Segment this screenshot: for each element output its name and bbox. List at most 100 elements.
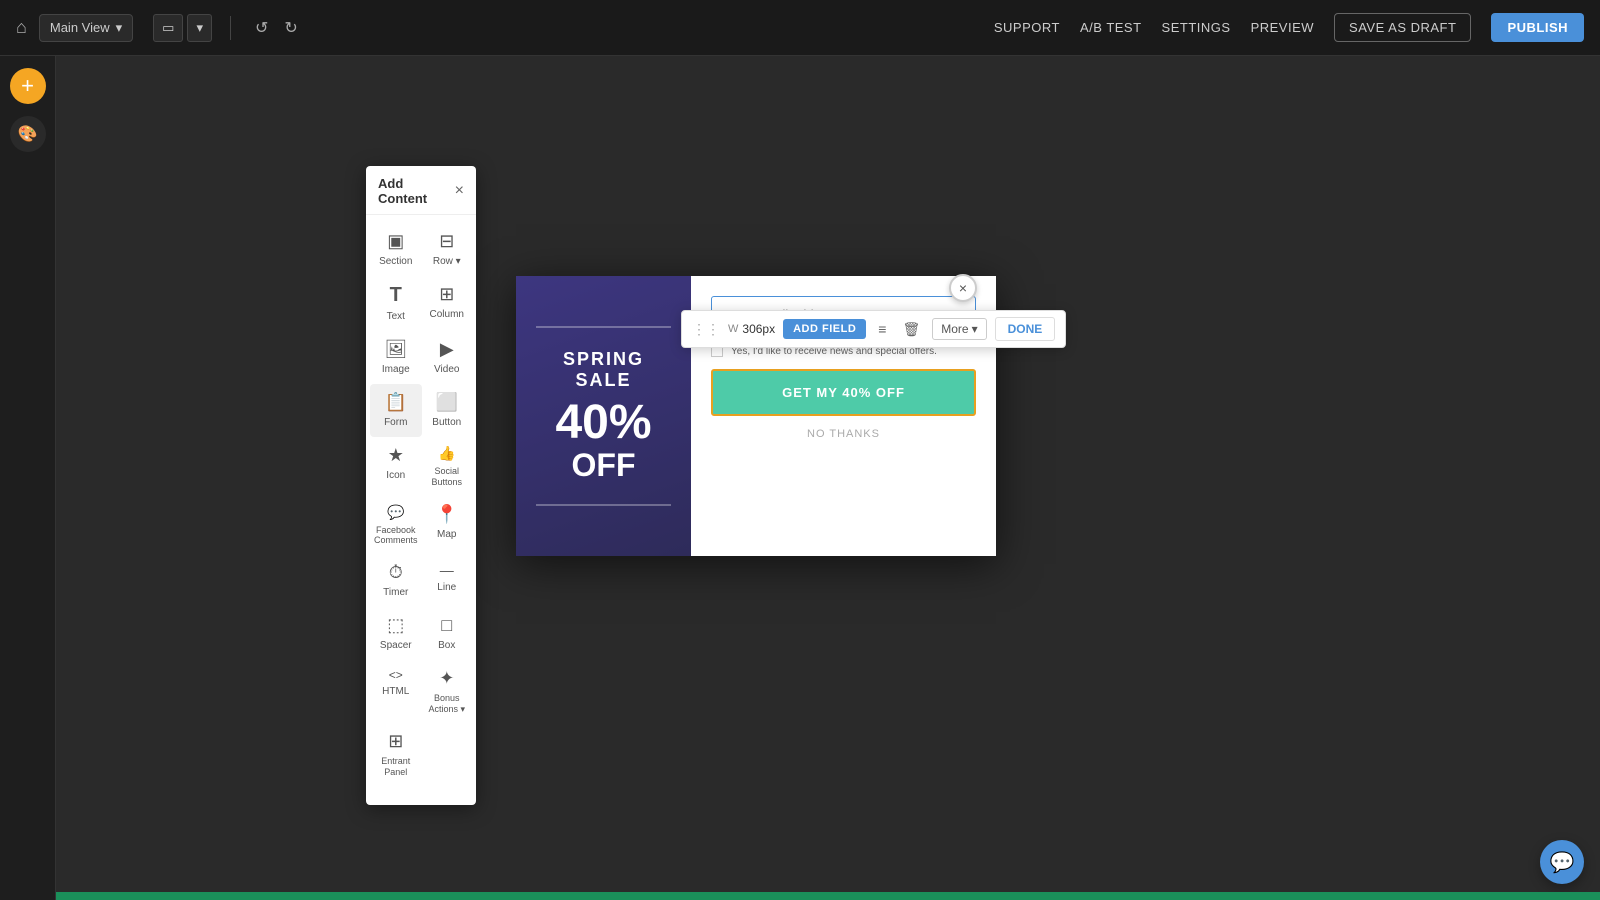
row-icon: ⊟ <box>439 231 454 252</box>
box-icon: □ <box>441 615 452 636</box>
panel-item-entrant[interactable]: ⊞ Entrant Panel <box>370 723 422 786</box>
entrant-icon: ⊞ <box>388 731 403 752</box>
popup-left-panel: SPRING SALE 40% OFF <box>516 276 691 556</box>
top-nav-left: ⌂ Main View ▾ ▭ ▾ ↺ ↻ <box>16 14 304 42</box>
icon-label: Icon <box>386 470 405 482</box>
view-selector[interactable]: Main View ▾ <box>39 14 133 42</box>
sidebar-palette-button[interactable]: 🎨 <box>10 116 46 152</box>
undo-btn[interactable]: ↺ <box>249 14 274 42</box>
map-icon: 📍 <box>436 504 458 525</box>
facebook-label: Facebook Comments <box>374 525 418 547</box>
width-label: W <box>728 323 738 335</box>
panel-close-button[interactable]: × <box>455 183 464 199</box>
preview-link[interactable]: PREVIEW <box>1251 20 1314 35</box>
panel-item-social[interactable]: 👍 Social Buttons <box>422 437 472 496</box>
more-arrow-icon: ▾ <box>972 322 978 336</box>
main-area: + 🎨 Add Content × ▣ Section ⊟ Row ▾ <box>0 56 1600 900</box>
icon-icon: ★ <box>388 445 404 466</box>
device-controls: ▭ ▾ <box>153 14 212 42</box>
cta-button[interactable]: GET MY 40% OFF <box>711 369 976 416</box>
settings-link[interactable]: SETTINGS <box>1162 20 1231 35</box>
bottom-bar <box>56 892 1600 900</box>
video-icon: ▶ <box>440 339 454 360</box>
chat-icon: 💬 <box>1550 850 1575 875</box>
panel-item-spacer[interactable]: ⬚ Spacer <box>370 607 422 660</box>
panel-item-line[interactable]: — Line <box>422 554 472 607</box>
redo-btn[interactable]: ↻ <box>278 14 303 42</box>
more-dropdown[interactable]: More ▾ <box>932 318 986 340</box>
form-toolbar: ⋮⋮ W 306px ADD FIELD ≡ 🗑 More ▾ DONE <box>681 310 1066 348</box>
section-icon: ▣ <box>387 231 404 252</box>
top-nav-right: SUPPORT A/B TEST SETTINGS PREVIEW SAVE A… <box>994 13 1584 42</box>
add-field-button[interactable]: ADD FIELD <box>783 319 866 339</box>
device-dropdown-btn[interactable]: ▾ <box>187 14 212 42</box>
text-icon: T <box>390 284 402 307</box>
no-thanks-link[interactable]: NO THANKS <box>711 428 976 440</box>
home-icon[interactable]: ⌂ <box>16 17 27 38</box>
image-label: Image <box>382 364 410 376</box>
panel-item-map[interactable]: 📍 Map <box>422 496 472 555</box>
ab-test-link[interactable]: A/B TEST <box>1080 20 1142 35</box>
panel-header: Add Content × <box>366 166 476 215</box>
panel-item-facebook[interactable]: 💬 Facebook Comments <box>370 496 422 555</box>
add-content-panel: Add Content × ▣ Section ⊟ Row ▾ T Text ⊞ <box>366 166 476 805</box>
spacer-icon: ⬚ <box>387 615 404 636</box>
close-x-icon: × <box>959 280 967 296</box>
column-label: Column <box>430 309 464 321</box>
social-label: Social Buttons <box>426 466 468 488</box>
panel-item-section[interactable]: ▣ Section <box>370 223 422 276</box>
delete-icon-btn[interactable]: 🗑 <box>898 319 924 340</box>
line-icon: — <box>440 562 454 578</box>
more-label: More <box>941 322 968 336</box>
save-draft-button[interactable]: SAVE AS DRAFT <box>1334 13 1471 42</box>
top-nav: ⌂ Main View ▾ ▭ ▾ ↺ ↻ SUPPORT A/B TEST S… <box>0 0 1600 56</box>
chat-widget[interactable]: 💬 <box>1540 840 1584 884</box>
timer-label: Timer <box>383 587 408 599</box>
panel-item-bonus[interactable]: ✦ Bonus Actions ▾ <box>422 660 472 723</box>
map-label: Map <box>437 529 456 541</box>
left-sidebar: + 🎨 <box>0 56 56 900</box>
panel-item-button[interactable]: ⬜ Button <box>422 384 472 437</box>
section-label: Section <box>379 256 412 268</box>
discount-text: 40% <box>555 399 651 447</box>
panel-item-icon[interactable]: ★ Icon <box>370 437 422 496</box>
spacer-label: Spacer <box>380 640 412 652</box>
undo-redo-group: ↺ ↻ <box>249 14 304 42</box>
view-selector-label: Main View <box>50 20 110 35</box>
list-icon-btn[interactable]: ≡ <box>874 319 890 339</box>
bonus-label: Bonus Actions ▾ <box>426 693 468 715</box>
sidebar-add-button[interactable]: + <box>10 68 46 104</box>
box-label: Box <box>438 640 455 652</box>
nav-divider <box>230 16 231 40</box>
publish-button[interactable]: PUBLISH <box>1491 13 1584 42</box>
text-label: Text <box>387 311 405 323</box>
panel-item-box[interactable]: □ Box <box>422 607 472 660</box>
width-control: W 306px <box>728 322 775 336</box>
panel-title: Add Content <box>378 176 455 206</box>
drag-handle[interactable]: ⋮⋮ <box>692 321 720 338</box>
html-label: HTML <box>382 686 409 698</box>
canvas: Add Content × ▣ Section ⊟ Row ▾ T Text ⊞ <box>56 56 1600 900</box>
add-icon: + <box>21 73 34 99</box>
panel-item-timer[interactable]: ⏱ Timer <box>370 554 422 607</box>
facebook-icon: 💬 <box>387 504 404 521</box>
popup-close-button[interactable]: × <box>949 274 977 302</box>
entrant-label: Entrant Panel <box>374 756 418 778</box>
panel-item-image[interactable]: 🖼 Image <box>370 331 422 384</box>
view-selector-arrow: ▾ <box>116 20 123 36</box>
panel-grid: ▣ Section ⊟ Row ▾ T Text ⊞ Column 🖼 I <box>366 215 476 793</box>
panel-item-text[interactable]: T Text <box>370 276 422 331</box>
image-icon: 🖼 <box>384 339 407 360</box>
panel-item-html[interactable]: <> HTML <box>370 660 422 723</box>
form-icon: 📋 <box>385 392 407 413</box>
done-button[interactable]: DONE <box>995 317 1056 341</box>
row-label: Row ▾ <box>433 256 461 268</box>
panel-item-column[interactable]: ⊞ Column <box>422 276 472 331</box>
panel-item-row[interactable]: ⊟ Row ▾ <box>422 223 472 276</box>
panel-item-form[interactable]: 📋 Form <box>370 384 422 437</box>
desktop-device-btn[interactable]: ▭ <box>153 14 183 42</box>
palette-icon: 🎨 <box>18 124 38 144</box>
panel-item-video[interactable]: ▶ Video <box>422 331 472 384</box>
button-label: Button <box>432 417 461 429</box>
support-link[interactable]: SUPPORT <box>994 20 1060 35</box>
